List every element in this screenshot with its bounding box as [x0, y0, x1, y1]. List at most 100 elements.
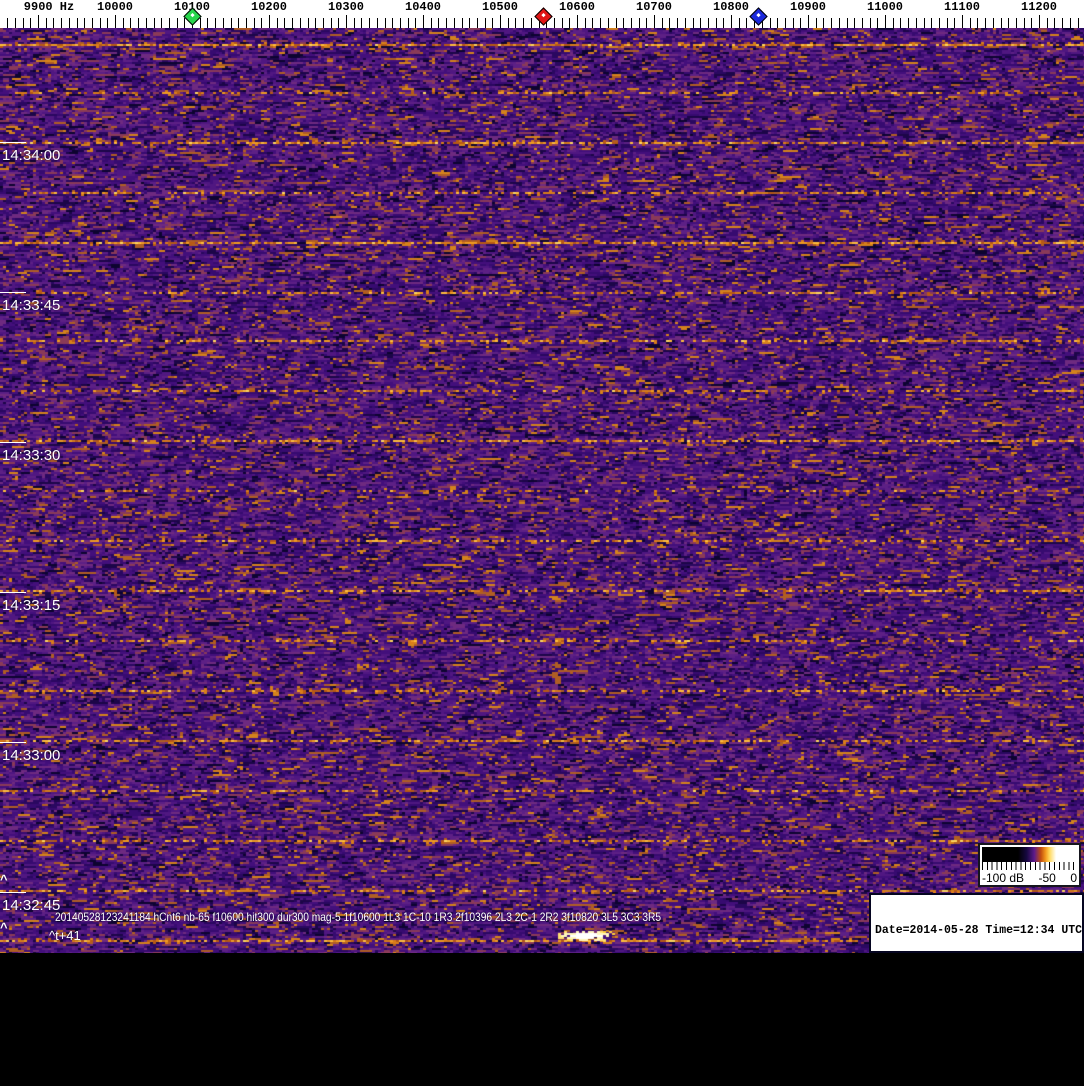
ruler-minor-tick — [792, 18, 794, 28]
ruler-minor-tick — [915, 18, 917, 28]
ruler-major-tick — [962, 15, 963, 28]
blue-marker-diamond-icon[interactable] — [749, 7, 768, 26]
ruler-minor-tick — [1015, 18, 1017, 28]
ruler-minor-tick — [946, 18, 948, 28]
ruler-major-tick — [423, 15, 424, 28]
freq-label: 10900 — [789, 0, 827, 14]
ruler-minor-tick — [122, 18, 124, 28]
ruler-minor-tick — [145, 18, 147, 28]
ruler-minor-tick — [384, 18, 386, 28]
time-label: 14:33:00 — [2, 747, 61, 764]
info-date-time: Date=2014-05-28 Time=12:34 UTC — [875, 924, 1083, 937]
ruler-minor-tick — [715, 18, 717, 28]
ruler-major-tick — [346, 15, 347, 28]
ruler-minor-tick — [992, 18, 994, 28]
ruler-minor-tick — [130, 18, 132, 28]
frequency-ruler: 9900 Hz100001010010200103001040010500106… — [0, 0, 1084, 28]
ruler-minor-tick — [592, 18, 594, 28]
ruler-minor-tick — [630, 18, 632, 28]
ruler-minor-tick — [938, 18, 940, 28]
ruler-minor-tick — [838, 18, 840, 28]
ruler-minor-tick — [469, 18, 471, 28]
ruler-minor-tick — [61, 18, 63, 28]
ruler-minor-tick — [977, 18, 979, 28]
ruler-minor-tick — [1023, 18, 1025, 28]
ruler-minor-tick — [7, 18, 9, 28]
freq-label: 11000 — [866, 0, 904, 14]
ruler-minor-tick — [1046, 18, 1048, 28]
ruler-minor-tick — [861, 18, 863, 28]
freq-label: 10500 — [481, 0, 519, 14]
ruler-minor-tick — [746, 18, 748, 28]
ruler-major-tick — [808, 15, 809, 28]
event-caret-icon: ^ — [0, 920, 8, 935]
detection-annotation-text: 20140528123241184 hCnt6 nb-65 f10600 hit… — [55, 910, 662, 924]
ruler-minor-tick — [338, 18, 340, 28]
ruler-minor-tick — [931, 18, 933, 28]
ruler-minor-tick — [661, 18, 663, 28]
db-color-scale-legend: -100 dB -50 0 — [978, 843, 1081, 887]
ruler-minor-tick — [969, 18, 971, 28]
ruler-minor-tick — [669, 18, 671, 28]
ruler-minor-tick — [1077, 18, 1079, 28]
ruler-minor-tick — [14, 18, 16, 28]
ruler-minor-tick — [284, 18, 286, 28]
ruler-minor-tick — [184, 18, 186, 28]
time-label: 14:33:45 — [2, 297, 61, 314]
scale-label-max: 0 — [1070, 871, 1077, 885]
time-label: 14:33:15 — [2, 597, 61, 614]
ruler-minor-tick — [261, 18, 263, 28]
observation-info-box: Date=2014-05-28 Time=12:34 UTC Freq=143 … — [869, 893, 1084, 1059]
ruler-minor-tick — [407, 18, 409, 28]
ruler-minor-tick — [107, 18, 109, 28]
ruler-minor-tick — [68, 18, 70, 28]
ruler-minor-tick — [823, 18, 825, 28]
ruler-minor-tick — [307, 18, 309, 28]
ruler-minor-tick — [561, 18, 563, 28]
ruler-minor-tick — [484, 18, 486, 28]
ruler-minor-tick — [584, 18, 586, 28]
ruler-minor-tick — [777, 18, 779, 28]
ruler-minor-tick — [22, 18, 24, 28]
ruler-minor-tick — [446, 18, 448, 28]
ruler-minor-tick — [161, 18, 163, 28]
ruler-minor-tick — [315, 18, 317, 28]
ruler-minor-tick — [985, 18, 987, 28]
ruler-minor-tick — [153, 18, 155, 28]
ruler-minor-tick — [438, 18, 440, 28]
time-label: 14:32:45 — [2, 897, 61, 914]
scale-label-mid: -50 — [1038, 871, 1056, 885]
freq-label: 11200 — [1020, 0, 1058, 14]
event-caret-icon: ^ — [0, 872, 8, 887]
ruler-minor-tick — [923, 18, 925, 28]
freq-label: 10300 — [327, 0, 365, 14]
ruler-minor-tick — [677, 18, 679, 28]
time-tick — [0, 742, 26, 743]
red-marker-diamond-icon[interactable] — [534, 7, 553, 26]
ruler-minor-tick — [1062, 18, 1064, 28]
freq-label: 10400 — [404, 0, 442, 14]
ruler-minor-tick — [738, 18, 740, 28]
ruler-minor-tick — [176, 18, 178, 28]
freq-label: 10800 — [712, 0, 750, 14]
marker-core-dot — [541, 12, 546, 18]
ruler-major-tick — [269, 15, 270, 28]
ruler-minor-tick — [76, 18, 78, 28]
ruler-minor-tick — [623, 18, 625, 28]
color-scale-ticks — [982, 862, 1077, 870]
event-time-label: ^t+41 — [49, 928, 81, 943]
ruler-minor-tick — [492, 18, 494, 28]
ruler-minor-tick — [553, 18, 555, 28]
ruler-minor-tick — [707, 18, 709, 28]
ruler-major-tick — [577, 15, 578, 28]
ruler-minor-tick — [238, 18, 240, 28]
ruler-major-tick — [38, 15, 39, 28]
ruler-minor-tick — [615, 18, 617, 28]
ruler-minor-tick — [392, 18, 394, 28]
ruler-minor-tick — [476, 18, 478, 28]
ruler-minor-tick — [168, 18, 170, 28]
ruler-minor-tick — [361, 18, 363, 28]
time-tick — [0, 592, 26, 593]
ruler-minor-tick — [245, 18, 247, 28]
ruler-minor-tick — [646, 18, 648, 28]
